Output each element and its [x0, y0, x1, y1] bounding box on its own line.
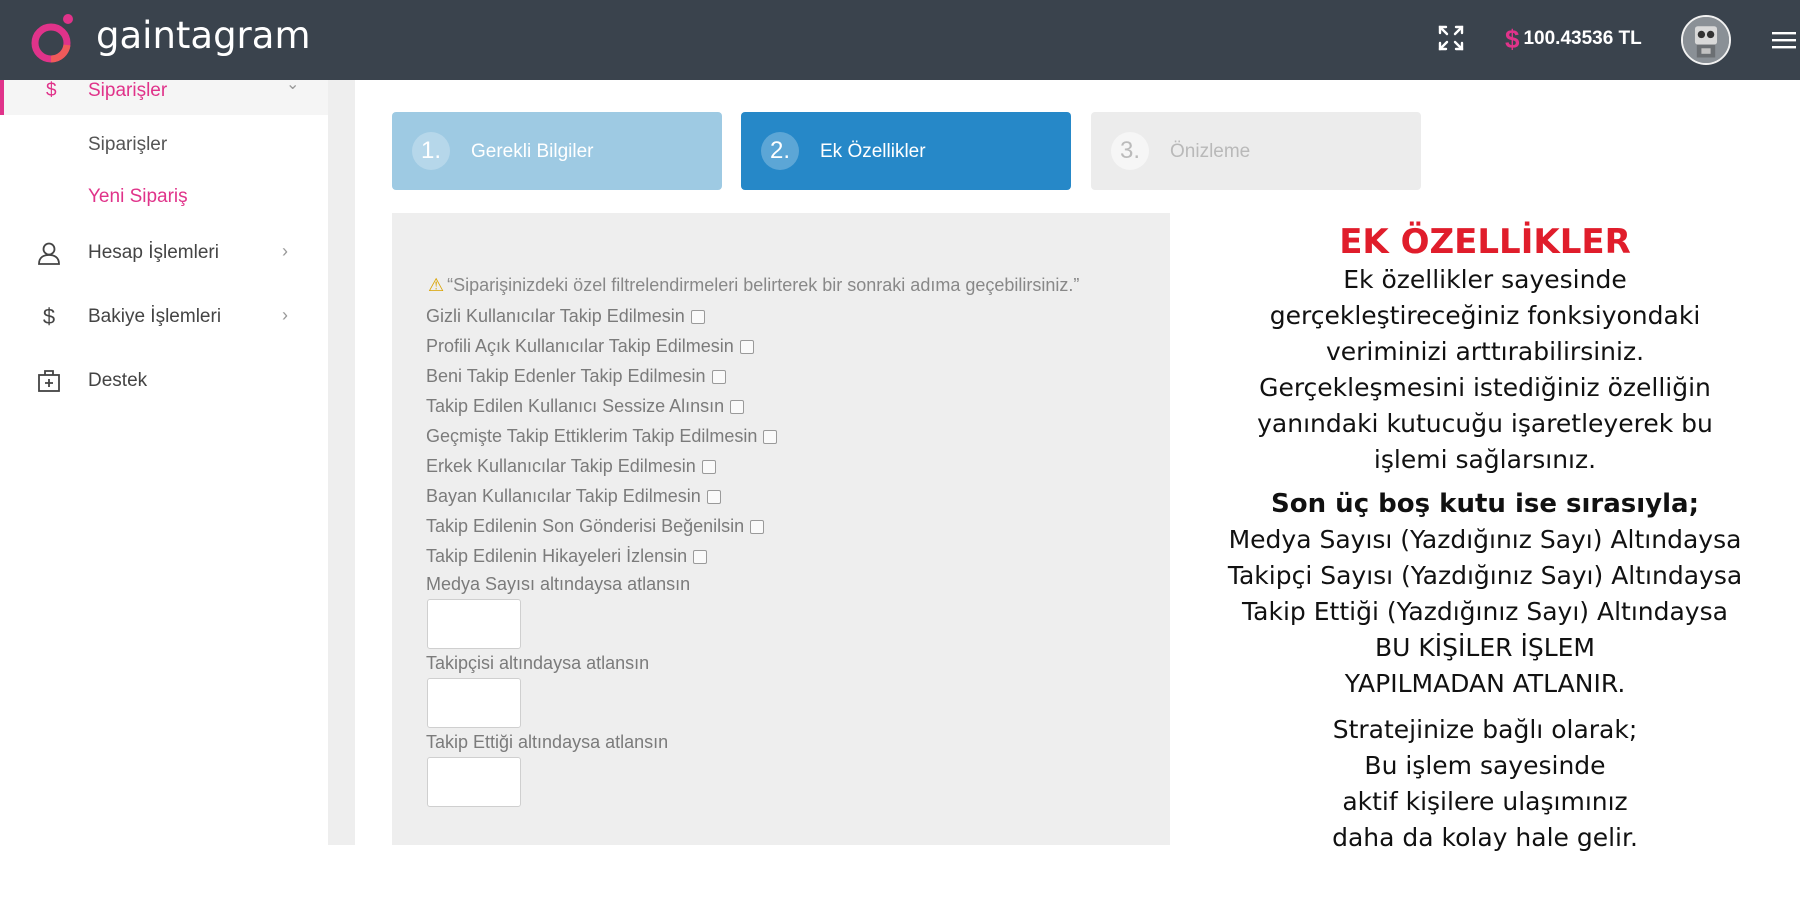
option-label: Erkek Kullanıcılar Takip Edilmesin: [426, 456, 696, 476]
option-checkbox[interactable]: [690, 309, 705, 324]
info-panel: EK ÖZELLİKLER Ek özellikler sayesinde ge…: [1200, 222, 1770, 856]
option-checkbox[interactable]: [739, 339, 754, 354]
option-row: Erkek Kullanıcılar Takip Edilmesin: [426, 456, 716, 477]
step-number: 1.: [412, 132, 450, 170]
option-label: Bayan Kullanıcılar Takip Edilmesin: [426, 486, 701, 506]
option-row: Takip Edilenin Son Gönderisi Beğenilsin: [426, 516, 765, 537]
hamburger-menu-icon[interactable]: [1772, 30, 1796, 50]
user-icon: [38, 242, 60, 265]
option-label: Profili Açık Kullanıcılar Takip Edilmesi…: [426, 336, 734, 356]
option-row: Gizli Kullanıcılar Takip Edilmesin: [426, 306, 705, 327]
sidebar-item-hesap-islemleri[interactable]: Hesap İşlemleri ›: [0, 234, 328, 274]
avatar[interactable]: [1681, 15, 1731, 65]
sidebar-item-destek[interactable]: Destek: [0, 362, 328, 402]
step-label: Gerekli Bilgiler: [471, 141, 594, 162]
chevron-down-icon: ⌄: [286, 76, 300, 93]
dollar-icon: $: [42, 304, 56, 329]
option-label: Gizli Kullanıcılar Takip Edilmesin: [426, 306, 685, 326]
fullscreen-icon[interactable]: [1438, 25, 1464, 51]
info-line: veriminizi arttırabilirsiniz.: [1325, 337, 1645, 366]
option-label: Beni Takip Edenler Takip Edilmesin: [426, 366, 706, 386]
option-checkbox[interactable]: [730, 399, 745, 414]
option-checkbox[interactable]: [711, 369, 726, 384]
info-line: Medya Sayısı (Yazdığınız Sayı) Altındays…: [1228, 525, 1742, 554]
sidebar-item-label: Hesap İşlemleri: [88, 242, 219, 263]
app-name[interactable]: gaintagram: [96, 14, 310, 57]
dollar-icon: $: [1505, 23, 1520, 54]
robot-avatar-icon: [1683, 17, 1729, 63]
info-subheading: Son üç boş kutu ise sırasıyla;: [1271, 489, 1699, 519]
info-line: işlemi sağlarsınız.: [1373, 445, 1597, 474]
info-title: EK ÖZELLİKLER: [1339, 222, 1631, 262]
following-count-input[interactable]: [427, 757, 521, 807]
info-line: Ek özellikler sayesinde: [1343, 265, 1627, 294]
warning-message: ⚠ “Siparişinizdeki özel filtrelendirmeler…: [428, 275, 1170, 296]
option-label: Geçmişte Takip Ettiklerim Takip Edilmesi…: [426, 426, 758, 446]
option-label: Takip Edilenin Hikayeleri İzlensin: [426, 546, 688, 566]
follower-count-label: Takipçisi altındaysa atlansın: [426, 653, 650, 673]
option-row: Takip Edilenin Hikayeleri İzlensin: [426, 546, 708, 567]
sidebar: $ Siparişler ⌄ Siparişler Yeni Sipariş H…: [0, 76, 328, 845]
sidebar-item-label: Destek: [88, 370, 148, 391]
option-row: Takip Edilen Kullanıcı Sessize Alınsın: [426, 396, 745, 417]
step-number: 2.: [761, 132, 799, 170]
info-line: Stratejinize bağlı olarak;: [1332, 715, 1638, 744]
info-line: aktif kişilere ulaşımınız: [1342, 787, 1628, 816]
info-line: Takip Ettiği (Yazdığınız Sayı) Altındays…: [1242, 597, 1728, 626]
option-checkbox[interactable]: [763, 429, 778, 444]
info-line: daha da kolay hale gelir.: [1332, 823, 1638, 852]
gaintagram-logo-icon[interactable]: [30, 13, 76, 69]
media-count-label: Medya Sayısı altındaysa atlansın: [426, 574, 691, 594]
option-checkbox[interactable]: [706, 489, 721, 504]
chevron-right-icon: ›: [282, 241, 288, 261]
follower-count-input[interactable]: [427, 678, 521, 728]
option-row: Beni Takip Edenler Takip Edilmesin: [426, 366, 726, 387]
warning-icon: ⚠: [428, 275, 445, 295]
sidebar-subitem-siparisler[interactable]: Siparişler: [88, 134, 167, 156]
sidebar-item-label: Bakiye İşlemleri: [88, 306, 222, 327]
option-row: Profili Açık Kullanıcılar Takip Edilmesi…: [426, 336, 754, 357]
info-line: Bu işlem sayesinde: [1364, 751, 1606, 780]
option-checkbox[interactable]: [701, 459, 716, 474]
option-row: Geçmişte Takip Ettiklerim Takip Edilmesi…: [426, 426, 778, 447]
sidebar-item-siparisler[interactable]: $ Siparişler ⌄: [0, 76, 328, 115]
step-onizleme[interactable]: 3. Önizleme: [1091, 112, 1421, 190]
chevron-right-icon: ›: [282, 305, 288, 325]
info-line: yanındaki kutucuğu işaretleyerek bu: [1257, 409, 1713, 438]
info-line: gerçekleştireceğiniz fonksiyondaki: [1269, 301, 1701, 330]
step-ek-ozellikler[interactable]: 2. Ek Özellikler: [741, 112, 1071, 190]
step-gerekli-bilgiler[interactable]: 1. Gerekli Bilgiler: [392, 112, 722, 190]
step-label: Önizleme: [1170, 141, 1251, 162]
step-number: 3.: [1111, 132, 1149, 170]
option-checkbox[interactable]: [693, 549, 708, 564]
info-line: BU KİŞİLER İŞLEM: [1375, 633, 1595, 662]
media-count-input[interactable]: [427, 599, 521, 649]
step-label: Ek Özellikler: [820, 141, 926, 162]
info-line: YAPILMADAN ATLANIR.: [1344, 669, 1626, 698]
medkit-icon: [38, 370, 60, 392]
content-gutter: [328, 80, 355, 845]
info-line: Gerçekleşmesini istediğiniz özelliğin: [1259, 373, 1711, 402]
dollar-icon: $: [46, 80, 57, 101]
top-bar: gaintagram $ 100.43536 TL: [0, 0, 1800, 80]
balance-display[interactable]: $ 100.43536 TL: [1505, 24, 1642, 54]
balance-amount: 100.43536 TL: [1523, 28, 1642, 49]
warning-text: “Siparişinizdeki özel filtrelendirmeleri…: [447, 275, 1080, 295]
option-row: Bayan Kullanıcılar Takip Edilmesin: [426, 486, 721, 507]
option-label: Takip Edilen Kullanıcı Sessize Alınsın: [426, 396, 725, 416]
sidebar-item-bakiye-islemleri[interactable]: $ Bakiye İşlemleri ›: [0, 298, 328, 338]
option-label: Takip Edilenin Son Gönderisi Beğenilsin: [426, 516, 745, 536]
option-checkbox[interactable]: [750, 519, 765, 534]
info-line: Takipçi Sayısı (Yazdığınız Sayı) Altında…: [1227, 561, 1743, 590]
sidebar-item-label: Siparişler: [88, 80, 168, 101]
sidebar-subitem-yeni-siparis[interactable]: Yeni Sipariş: [88, 186, 188, 208]
following-count-label: Takip Ettiği altındaysa atlansın: [426, 732, 669, 752]
